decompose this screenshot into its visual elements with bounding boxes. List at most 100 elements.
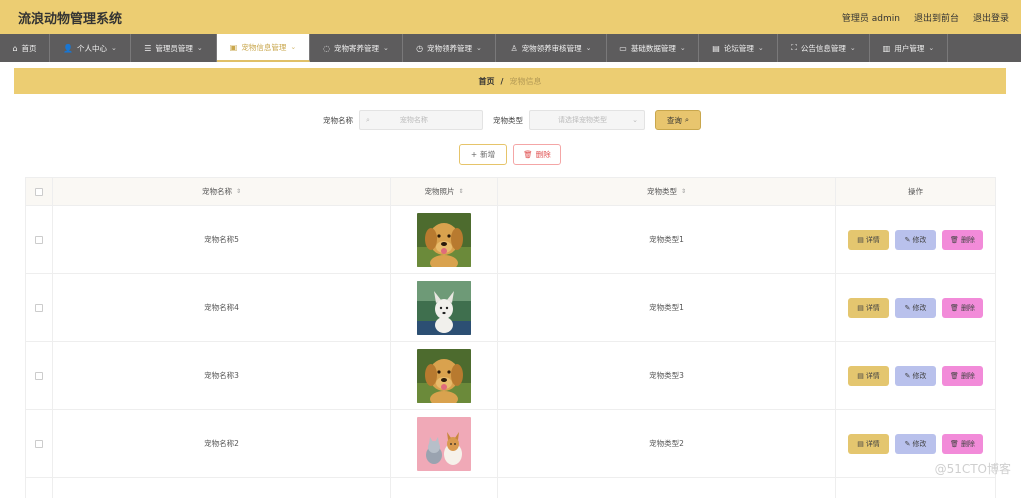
pet-name: 宠物名称3 [204, 370, 239, 381]
nav-item-6[interactable]: ♙宠物领养审核管理⌄ [496, 34, 607, 62]
chevron-down-icon: ⌄ [476, 44, 482, 52]
header-pet-type[interactable]: 宠物类型 ⇕ [498, 178, 836, 205]
sort-icon[interactable]: ⇕ [681, 188, 686, 195]
nav-item-8[interactable]: ▤论坛管理⌄ [699, 34, 778, 62]
search-icon: ⌕ [685, 115, 689, 125]
nav-item-10[interactable]: ▥用户管理⌄ [870, 34, 948, 62]
nav-item-label: 首页 [22, 43, 37, 54]
edit-button[interactable]: ✎修改 [895, 230, 936, 250]
chevron-down-icon: ⌄ [111, 44, 117, 52]
sort-icon[interactable]: ⇕ [458, 188, 463, 195]
edit-button[interactable]: ✎修改 [895, 298, 936, 318]
shop-icon: ▤ [712, 44, 720, 53]
plus-icon: + [471, 150, 477, 159]
chevron-down-icon: ⌄ [383, 44, 389, 52]
header-operations: 操作 [836, 178, 995, 205]
header-checkbox-cell [26, 178, 53, 205]
home-icon: ⌂ [12, 44, 17, 53]
select-all-checkbox[interactable] [35, 188, 43, 196]
pet-type: 宠物类型3 [649, 370, 684, 381]
nav-item-1[interactable]: 👤 个人中心 ⌄ [50, 34, 131, 62]
delete-label: 删除 [961, 303, 975, 313]
detail-button[interactable]: ▤详情 [848, 366, 889, 386]
row-actions: ▤详情 ✎修改 🗑删除 [848, 298, 983, 318]
detail-button[interactable]: ▤详情 [848, 230, 889, 250]
pet-type-select[interactable]: 请选择宠物类型 ⌄ [529, 110, 645, 130]
edit-button[interactable]: ✎修改 [895, 366, 936, 386]
header-pet-name[interactable]: 宠物名称 ⇕ [53, 178, 391, 205]
header-pet-image-label: 宠物照片 [424, 186, 454, 197]
delete-button[interactable]: 🗑删除 [942, 366, 983, 386]
admin-user-label: 管理员 admin [842, 11, 900, 24]
chevron-down-icon: ⌄ [928, 44, 934, 52]
edit-label: 修改 [912, 439, 926, 449]
detail-button[interactable]: ▤详情 [848, 298, 889, 318]
nav-item-0[interactable]: ⌂ 首页 [0, 34, 50, 62]
pet-name-label: 宠物名称 [323, 115, 353, 126]
pet-type-cell: 宠物类型3 [498, 342, 836, 409]
header-pet-image[interactable]: 宠物照片 ⇕ [391, 178, 498, 205]
row-checkbox[interactable] [35, 372, 43, 380]
badge-icon: ♙ [510, 44, 517, 53]
row-checkbox[interactable] [35, 440, 43, 448]
nav-item-2[interactable]: ☰管理员管理⌄ [131, 34, 217, 62]
pet-image-cell [391, 274, 498, 341]
document-icon: ▤ [857, 440, 864, 448]
add-button[interactable]: + 新增 [459, 144, 507, 165]
detail-button[interactable]: ▤详情 [848, 434, 889, 454]
chevron-down-icon: ⌄ [632, 116, 638, 124]
pencil-icon: ✎ [905, 440, 911, 448]
nav-item-label: 宠物领养管理 [427, 43, 472, 54]
pet-image-cell [391, 410, 498, 477]
row-checkbox-cell [26, 410, 53, 477]
delete-button[interactable]: 🗑删除 [942, 434, 983, 454]
logout-link[interactable]: 退出登录 [973, 11, 1009, 24]
detail-label: 详情 [866, 439, 880, 449]
row-checkbox[interactable] [35, 236, 43, 244]
user-icon: 👤 [63, 44, 73, 53]
pet-photo[interactable] [417, 213, 471, 267]
nav-item-3[interactable]: ▣宠物信息管理⌄ [217, 34, 310, 62]
breadcrumb-home[interactable]: 首页 [479, 76, 495, 87]
sort-icon[interactable]: ⇕ [236, 188, 241, 195]
nav-item-5[interactable]: ◷ 宠物领养管理 ⌄ [403, 34, 496, 62]
edit-button[interactable]: ✎修改 [895, 434, 936, 454]
add-label: 新增 [480, 149, 495, 160]
chevron-down-icon: ⌄ [197, 44, 203, 52]
circle-icon: ◌ [323, 44, 330, 53]
batch-delete-button[interactable]: 🗑 删除 [513, 144, 561, 165]
chat-icon: ▭ [619, 44, 627, 53]
batch-delete-label: 删除 [536, 149, 551, 160]
operations-cell: ▤详情 ✎修改 🗑删除 [836, 206, 995, 273]
row-checkbox-cell [26, 206, 53, 273]
delete-button[interactable]: 🗑删除 [942, 230, 983, 250]
pet-photo[interactable] [417, 281, 471, 335]
header-actions: 管理员 admin 退出到前台 退出登录 [842, 11, 1009, 24]
nav-item-label: 个人中心 [77, 43, 107, 54]
pet-image-cell [391, 206, 498, 273]
delete-button[interactable]: 🗑删除 [942, 298, 983, 318]
nav-item-label: 基础数据管理 [631, 43, 676, 54]
nav-item-9[interactable]: ⛶公告信息管理⌄ [778, 34, 870, 62]
exit-to-front-link[interactable]: 退出到前台 [914, 11, 959, 24]
breadcrumb-current: 宠物信息 [509, 76, 541, 87]
nav-item-label: 宠物领养审核管理 [522, 43, 582, 54]
nav-item-label: 宠物寄养管理 [334, 43, 379, 54]
pet-name-input[interactable]: ⌕ 宠物名称 [359, 110, 483, 130]
pet-photo[interactable] [417, 349, 471, 403]
watermark: @51CTO博客 [935, 460, 1011, 477]
nav-item-4[interactable]: ◌ 宠物寄养管理 ⌄ [310, 34, 403, 62]
pet-name: 宠物名称2 [204, 438, 239, 449]
pet-name-placeholder: 宠物名称 [400, 115, 428, 125]
nav-item-7[interactable]: ▭ 基础数据管理 ⌄ [607, 34, 699, 62]
clock-icon: ◷ [416, 44, 423, 53]
table-row: 宠物名称4宠物类型1▤详情✎修改🗑删除 [26, 274, 995, 342]
trash-icon: 🗑 [950, 304, 959, 312]
row-checkbox[interactable] [35, 304, 43, 312]
pet-photo[interactable] [417, 417, 471, 471]
query-button[interactable]: 查询 ⌕ [655, 110, 701, 130]
header-pet-name-label: 宠物名称 [202, 186, 232, 197]
header-pet-type-label: 宠物类型 [647, 186, 677, 197]
expand-icon: ⛶ [791, 43, 797, 53]
chevron-down-icon: ⌄ [680, 44, 686, 52]
